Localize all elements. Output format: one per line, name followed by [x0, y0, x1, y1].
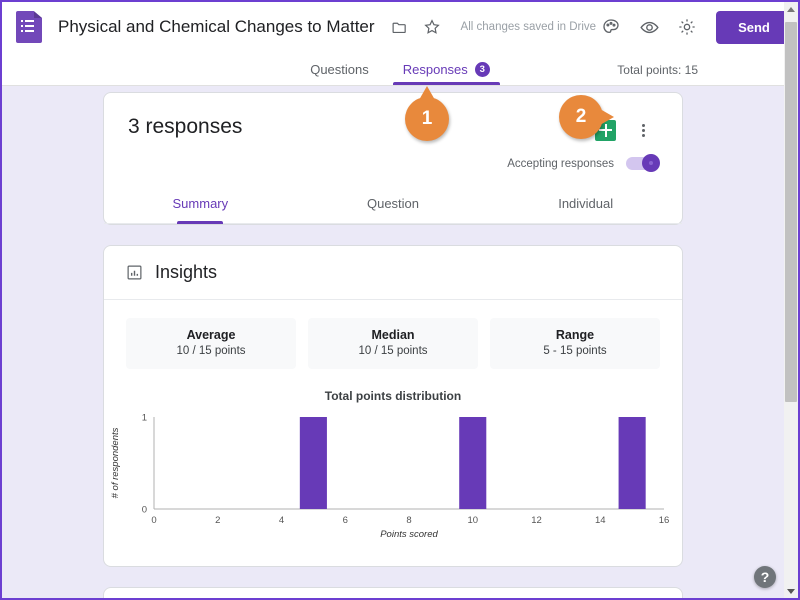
page-title[interactable]: Physical and Chemical Changes to Matter — [58, 17, 375, 37]
insights-title: Insights — [155, 262, 217, 283]
accepting-responses-toggle[interactable] — [626, 157, 658, 170]
svg-text:0: 0 — [151, 515, 156, 526]
accepting-responses-label: Accepting responses — [507, 158, 614, 170]
svg-text:Points scored: Points scored — [380, 529, 438, 539]
svg-text:0: 0 — [142, 505, 147, 516]
tab-questions[interactable]: Questions — [306, 62, 373, 85]
chart-title: Total points distribution — [104, 389, 682, 403]
scroll-down-arrow[interactable] — [784, 584, 798, 598]
svg-text:1: 1 — [142, 413, 147, 424]
chart-svg: 0 2 4 6 8 10 12 14 16 0 1 Points scored # of respond… — [104, 409, 682, 539]
tab-questions-label: Questions — [310, 62, 369, 77]
stat-average: Average 10 / 15 points — [126, 318, 296, 369]
stat-median: Median 10 / 15 points — [308, 318, 478, 369]
insights-card: Insights Average 10 / 15 points Median 1… — [103, 245, 683, 567]
star-icon[interactable] — [417, 12, 447, 42]
gear-icon[interactable] — [672, 12, 702, 42]
svg-text:10: 10 — [467, 515, 478, 526]
top-bar-actions: Send — [596, 11, 800, 44]
responses-subtabs: Summary Question Individual — [104, 186, 682, 224]
stat-median-value: 10 / 15 points — [312, 345, 474, 357]
scores-header: Scores Release scores — [104, 588, 682, 598]
callout-marker-1-number: 1 — [422, 108, 433, 130]
svg-text:12: 12 — [531, 515, 542, 526]
folder-icon[interactable] — [385, 12, 415, 42]
stat-median-label: Median — [312, 328, 474, 342]
accepting-responses-row: Accepting responses — [104, 145, 682, 170]
subtab-summary-label: Summary — [173, 196, 229, 211]
insights-stats: Average 10 / 15 points Median 10 / 15 po… — [104, 300, 682, 369]
responses-count-badge: 3 — [475, 62, 490, 77]
help-button[interactable]: ? — [754, 566, 776, 588]
svg-text:8: 8 — [406, 515, 411, 526]
stat-average-label: Average — [130, 328, 292, 342]
svg-text:16: 16 — [659, 515, 670, 526]
form-tabs: Questions Responses 3 Total points: 15 — [2, 52, 798, 86]
subtab-question-label: Question — [367, 196, 419, 211]
svg-text:2: 2 — [215, 515, 220, 526]
svg-text:# of respondents: # of respondents — [110, 427, 121, 498]
stat-range-value: 5 - 15 points — [494, 345, 656, 357]
vertical-scrollbar[interactable] — [784, 2, 798, 598]
callout-marker-2-number: 2 — [576, 106, 587, 128]
stat-range: Range 5 - 15 points — [490, 318, 660, 369]
tab-responses-label: Responses — [403, 62, 468, 77]
svg-text:4: 4 — [279, 515, 284, 526]
total-points-label: Total points: 15 — [617, 63, 698, 77]
subtab-summary[interactable]: Summary — [104, 186, 297, 223]
callout-marker-1: 1 — [405, 97, 449, 141]
stat-range-label: Range — [494, 328, 656, 342]
top-app-bar: Physical and Chemical Changes to Matter … — [2, 2, 798, 52]
bar-chart-icon — [126, 264, 143, 281]
title-actions — [385, 12, 447, 42]
points-distribution-chart: 0 2 4 6 8 10 12 14 16 0 1 Points scored # of respond… — [104, 403, 682, 566]
scroll-up-arrow[interactable] — [784, 2, 798, 16]
palette-icon[interactable] — [596, 12, 626, 42]
stat-average-value: 10 / 15 points — [130, 345, 292, 357]
tab-responses[interactable]: Responses 3 — [399, 62, 494, 85]
eye-icon[interactable] — [634, 12, 664, 42]
callout-marker-2: 2 — [559, 95, 603, 139]
google-forms-icon — [16, 11, 42, 43]
responses-more-icon[interactable] — [628, 115, 658, 145]
svg-text:6: 6 — [343, 515, 348, 526]
save-status: All changes saved in Drive — [461, 21, 597, 33]
subtab-individual-label: Individual — [558, 196, 613, 211]
insights-header: Insights — [104, 246, 682, 300]
subtab-question[interactable]: Question — [297, 186, 490, 223]
responses-content: 3 responses Accepting responses Summary … — [2, 87, 784, 598]
subtab-individual[interactable]: Individual — [489, 186, 682, 223]
scores-card: Scores Release scores — [103, 587, 683, 598]
send-button[interactable]: Send — [716, 11, 792, 44]
responses-count: 3 responses — [128, 115, 242, 139]
svg-text:14: 14 — [595, 515, 606, 526]
scrollbar-thumb[interactable] — [785, 22, 797, 402]
